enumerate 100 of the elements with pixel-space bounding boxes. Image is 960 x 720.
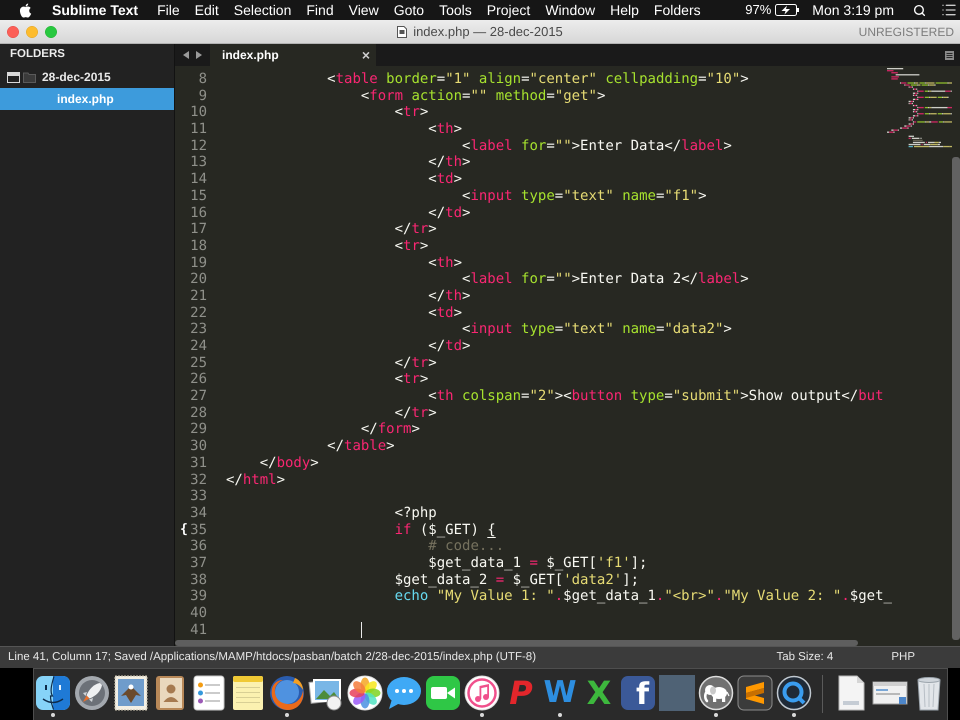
line-number: 39: [190, 588, 207, 606]
code-line: <?php: [394, 504, 437, 522]
line-number: 36: [190, 538, 207, 555]
menu-item[interactable]: Selection: [234, 0, 292, 20]
syntax-indicator[interactable]: PHP: [891, 648, 915, 666]
status-message: Line 41, Column 17; Saved /Applications/MAMP/htdocs/pasban/batch 2/28-dec-2015/index.php (UTF-8): [8, 650, 536, 665]
striped-tile-icon[interactable]: [737, 675, 773, 711]
menu-item[interactable]: View: [348, 0, 379, 20]
apple-icon[interactable]: [19, 2, 32, 18]
app-letter-logo[interactable]: f: [621, 676, 655, 710]
right-arrow-icon[interactable]: [196, 51, 202, 59]
window-close-icon[interactable]: [7, 26, 19, 38]
elephant-icon[interactable]: [698, 675, 734, 711]
clock[interactable]: Mon 3:19 pm: [812, 0, 894, 20]
video-camera-icon[interactable]: [425, 675, 461, 711]
music-note-icon[interactable]: [464, 675, 500, 711]
code-line: <form action="" method="get">: [360, 88, 606, 104]
menu-icon[interactable]: [945, 50, 954, 60]
code-line: $get_data_1 = $_GET['f1'];: [428, 554, 648, 572]
line-number: 29: [190, 421, 207, 438]
folder-icon: [23, 72, 36, 82]
line-number: 22: [190, 304, 207, 322]
code-line: </form>: [360, 421, 420, 438]
line-number: 12: [190, 138, 207, 154]
menu-item[interactable]: Goto: [394, 0, 424, 20]
line-number: 27: [190, 388, 207, 405]
line-number: 32: [190, 472, 207, 488]
menu-item[interactable]: Tools: [439, 0, 472, 20]
panel-icon[interactable]: [7, 72, 20, 82]
checklist-icon[interactable]: [191, 675, 227, 711]
vertical-scrollbar-thumb[interactable]: [952, 157, 960, 640]
code-line: <tr>: [394, 371, 428, 388]
app-letter-logo[interactable]: X: [581, 675, 617, 711]
code-line: echo "My Value 1: ".$get_data_1."<br>"."My Value 2: ".$get_: [394, 588, 892, 606]
notepad-icon[interactable]: [230, 675, 266, 711]
line-number: 35: [190, 522, 207, 538]
tab-size-indicator[interactable]: Tab Size: 4: [776, 648, 834, 666]
face-tile-icon[interactable]: [35, 675, 71, 711]
code-line: </tr>: [394, 221, 437, 238]
code-line: <table border="1" align="center" cellpadding="10">: [327, 71, 749, 88]
menu-item[interactable]: Find: [306, 0, 334, 20]
search-icon[interactable]: [913, 4, 926, 16]
stamp-icon[interactable]: [113, 675, 149, 711]
code-line: </th>: [428, 154, 470, 172]
code-line: <tr>: [394, 104, 428, 122]
flower-icon[interactable]: [347, 675, 383, 711]
tab-close-button[interactable]: ×: [362, 48, 370, 62]
menu-item[interactable]: File: [157, 0, 180, 20]
tree-item[interactable]: 28-dec-2015: [0, 66, 174, 88]
app-menu[interactable]: Sublime Text: [52, 0, 138, 20]
battery-charging-icon[interactable]: [775, 4, 800, 16]
line-number: 33: [190, 488, 207, 505]
code-line: <th colspan="2"><button type="submit">Show output</but: [428, 388, 884, 405]
sidebar-heading: FOLDERS: [10, 47, 65, 62]
menu-item[interactable]: Window: [545, 0, 596, 20]
code-line: </tr>: [394, 354, 437, 372]
code-line: <th>: [428, 121, 462, 138]
tab[interactable]: index.php ×: [210, 44, 376, 66]
left-arrow-icon[interactable]: [183, 51, 189, 59]
battery-percentage[interactable]: 97%: [745, 0, 772, 20]
line-number: 19: [190, 254, 207, 272]
line-number: 37: [190, 554, 207, 572]
code-line: <label for="">Enter Data</label>: [462, 138, 732, 154]
line-number: 40: [190, 605, 207, 622]
list-icon[interactable]: [940, 2, 958, 18]
line-number: 23: [190, 321, 207, 338]
code-line: # code...: [428, 538, 504, 555]
menu-item[interactable]: Project: [486, 0, 530, 20]
line-number: 30: [190, 438, 207, 455]
speech-bubble-icon[interactable]: [386, 675, 422, 711]
code-line: </tr>: [394, 404, 437, 422]
code-line: if ($_GET) {: [394, 522, 496, 538]
horizontal-scrollbar-thumb[interactable]: [175, 640, 858, 646]
line-number: 11: [190, 121, 207, 138]
rocket-icon[interactable]: [74, 675, 110, 711]
menu-item[interactable]: Edit: [194, 0, 219, 20]
line-number: 24: [190, 338, 207, 355]
code-line: <input type="text" name="f1">: [462, 188, 707, 205]
line-number: 13: [190, 154, 207, 172]
code-line: </html>: [226, 472, 286, 488]
code-line: $get_data_2 = $_GET['data2'];: [394, 572, 640, 588]
globe-icon[interactable]: [269, 675, 305, 711]
menu-item[interactable]: Folders: [654, 0, 701, 20]
line-number: 34: [190, 504, 207, 522]
line-number: 10: [190, 104, 207, 122]
line-number: 15: [190, 188, 207, 205]
code-line: <label for="">Enter Data 2</label>: [462, 271, 749, 288]
line-number: 26: [190, 371, 207, 388]
line-number: 9: [198, 88, 207, 104]
window-title: index.php — 28-dec-2015: [413, 22, 563, 41]
code-line: <input type="text" name="data2">: [462, 321, 732, 338]
line-number: 17: [190, 221, 207, 238]
app-letter-logo[interactable]: W: [542, 675, 578, 711]
ring-icon[interactable]: [776, 675, 812, 711]
line-number: 16: [190, 204, 207, 222]
menu-item[interactable]: Help: [610, 0, 639, 20]
bracket-gutter-marker: {: [180, 522, 188, 538]
line-number: 41: [190, 622, 207, 638]
line-number: 20: [190, 271, 207, 288]
line-number: 14: [190, 171, 207, 188]
